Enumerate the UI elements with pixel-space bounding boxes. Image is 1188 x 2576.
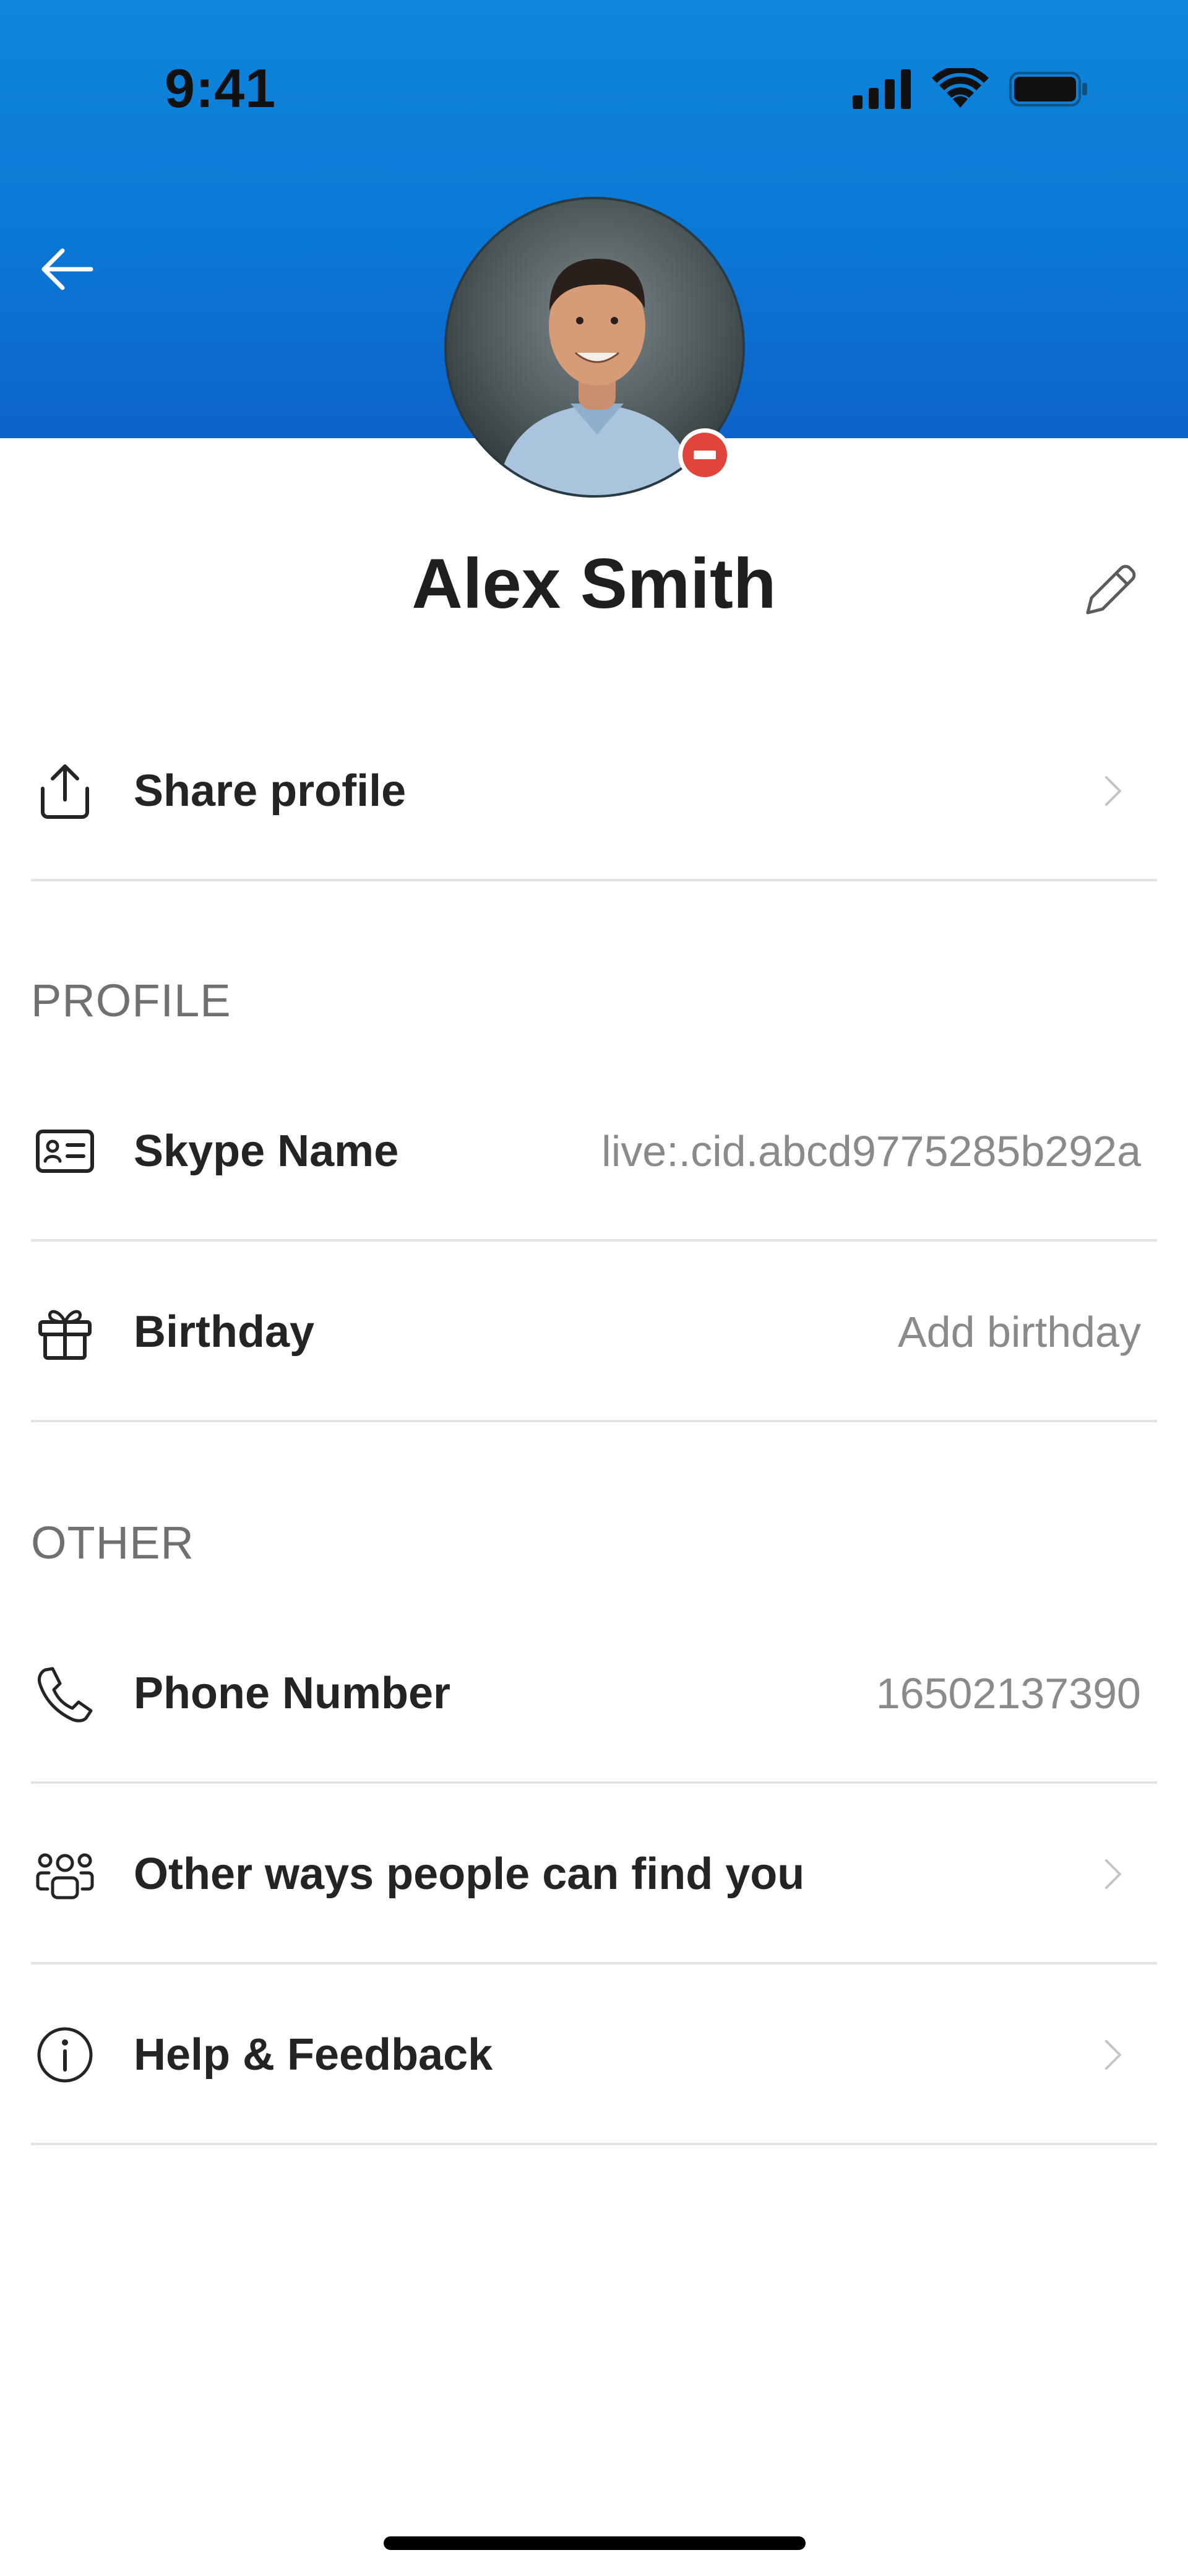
chevron-right-icon (1105, 776, 1121, 806)
phone-number-row[interactable]: Phone Number 16502137390 (0, 1603, 1188, 1784)
status-bar-time: 9:41 (165, 58, 277, 119)
share-profile-label: Share profile (134, 766, 407, 816)
arrow-left-icon (41, 248, 93, 290)
skype-name-label: Skype Name (134, 1126, 399, 1176)
back-button[interactable] (33, 235, 101, 303)
gift-icon (31, 1298, 99, 1366)
section-header-profile: PROFILE (31, 975, 231, 1026)
share-profile-row[interactable]: Share profile (0, 701, 1188, 881)
info-icon (31, 2021, 99, 2089)
divider (31, 1420, 1157, 1422)
share-icon (31, 757, 99, 825)
battery-icon (1009, 72, 1087, 106)
chevron-right-icon (1105, 2040, 1121, 2070)
phone-number-label: Phone Number (134, 1669, 451, 1718)
help-feedback-row[interactable]: Help & Feedback (0, 1964, 1188, 2145)
phone-number-value: 16502137390 (876, 1669, 1141, 1718)
contact-card-icon (31, 1117, 99, 1185)
phone-icon (31, 1659, 99, 1727)
other-ways-row[interactable]: Other ways people can find you (0, 1784, 1188, 1964)
birthday-value: Add birthday (897, 1308, 1141, 1356)
section-header-other: OTHER (31, 1517, 194, 1568)
profile-screen: 9:41 Alex Smith Share profile PROFILE Sk… (0, 0, 1188, 2576)
other-ways-label: Other ways people can find you (134, 1849, 805, 1899)
profile-name: Alex Smith (411, 545, 777, 623)
wifi-icon (932, 68, 989, 108)
people-icon (31, 1840, 99, 1908)
chevron-right-icon (1105, 1859, 1121, 1889)
help-feedback-label: Help & Feedback (134, 2030, 493, 2080)
edit-profile-button[interactable] (1072, 555, 1146, 629)
skype-name-value: live:.cid.abcd9775285b292a (601, 1127, 1141, 1175)
signal-icon (853, 69, 911, 109)
birthday-row[interactable]: Birthday Add birthday (0, 1242, 1188, 1422)
divider (31, 2143, 1157, 2145)
birthday-label: Birthday (134, 1307, 315, 1357)
skype-name-row[interactable]: Skype Name live:.cid.abcd9775285b292a (0, 1061, 1188, 1242)
divider (31, 879, 1157, 881)
pencil-icon (1086, 564, 1136, 615)
presence-busy-badge (678, 428, 731, 482)
home-indicator[interactable] (384, 2536, 806, 2550)
